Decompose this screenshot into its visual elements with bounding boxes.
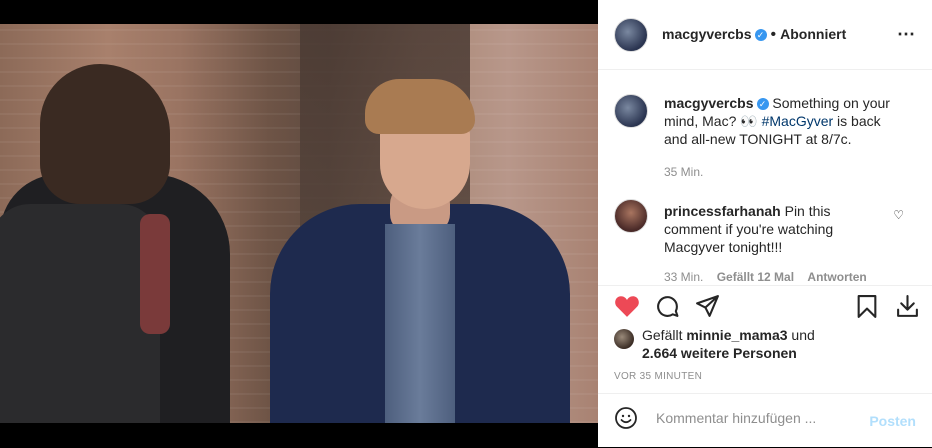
- verified-badge-icon: ✓: [756, 98, 769, 111]
- separator-dot: •: [770, 26, 777, 43]
- caption-time[interactable]: 35 Min.: [664, 163, 894, 181]
- likes-summary: Gefällt minnie_mama3 und 2.664 weitere P…: [614, 326, 914, 362]
- account-avatar[interactable]: [614, 18, 648, 52]
- comments-list: macgyvercbs ✓ Something on your mind, Mac…: [598, 70, 932, 285]
- add-comment-bar: Posten: [598, 393, 932, 448]
- post-comment-button[interactable]: Posten: [869, 413, 916, 429]
- emoji-smile-icon[interactable]: [614, 406, 638, 430]
- post-side-panel: macgyvercbs ✓ • Abonniert ⋯ macgyvercbs ✓ So…: [598, 0, 932, 447]
- liker-avatar[interactable]: [614, 329, 634, 349]
- comment: princessfarhanah Pin this comment if you…: [664, 202, 879, 256]
- header-user-row: macgyvercbs ✓ • Abonniert: [662, 26, 846, 44]
- reply-button[interactable]: Antworten: [807, 270, 866, 284]
- backpack-strap: [140, 214, 170, 334]
- post-timestamp[interactable]: VOR 35 MINUTEN: [614, 371, 702, 382]
- save-bookmark-icon[interactable]: [856, 294, 878, 319]
- header-username[interactable]: macgyvercbs: [662, 26, 752, 42]
- follow-status-button[interactable]: Abonniert: [780, 26, 846, 42]
- comment-username[interactable]: princessfarhanah: [664, 203, 781, 219]
- comment-input[interactable]: [654, 409, 858, 427]
- post-modal: macgyvercbs ✓ • Abonniert ⋯ macgyvercbs ✓ So…: [0, 0, 932, 447]
- divider: [598, 285, 932, 286]
- person-left-head: [40, 64, 170, 204]
- backpack: [0, 204, 160, 423]
- comment-meta: 33 Min. Gefällt 12 Mal Antworten: [664, 268, 914, 285]
- share-icon[interactable]: [695, 294, 720, 319]
- likes-others[interactable]: 2.664 weitere Personen: [642, 344, 914, 362]
- like-heart-icon[interactable]: [614, 294, 640, 318]
- caption-hashtag[interactable]: #MacGyver: [762, 113, 834, 129]
- liker-username[interactable]: minnie_mama3: [686, 327, 787, 343]
- more-options-icon[interactable]: ⋯: [897, 24, 916, 45]
- caption-username[interactable]: macgyvercbs: [664, 95, 754, 111]
- person-left: [0, 64, 230, 423]
- likes-prefix: Gefällt: [642, 327, 687, 343]
- commenter-avatar[interactable]: [614, 199, 648, 233]
- likes-middle: und: [787, 327, 815, 343]
- comment-like-heart-icon[interactable]: ♡: [893, 208, 904, 222]
- likes-line-1: Gefällt minnie_mama3 und: [642, 326, 914, 344]
- comment-icon[interactable]: [655, 294, 680, 319]
- comment-time[interactable]: 33 Min.: [664, 270, 703, 284]
- person-main: [270, 184, 570, 423]
- person-main-hair: [365, 79, 475, 134]
- post-header: macgyvercbs ✓ • Abonniert ⋯: [598, 0, 932, 70]
- post-image[interactable]: [0, 24, 598, 423]
- download-icon[interactable]: [895, 294, 920, 319]
- caption: macgyvercbs ✓ Something on your mind, Mac…: [664, 94, 894, 148]
- person-main-shirt: [385, 224, 455, 423]
- comment-likes[interactable]: Gefällt 12 Mal: [717, 270, 794, 284]
- action-bar: [598, 288, 932, 328]
- verified-badge-icon: ✓: [754, 28, 767, 41]
- caption-avatar[interactable]: [614, 94, 648, 128]
